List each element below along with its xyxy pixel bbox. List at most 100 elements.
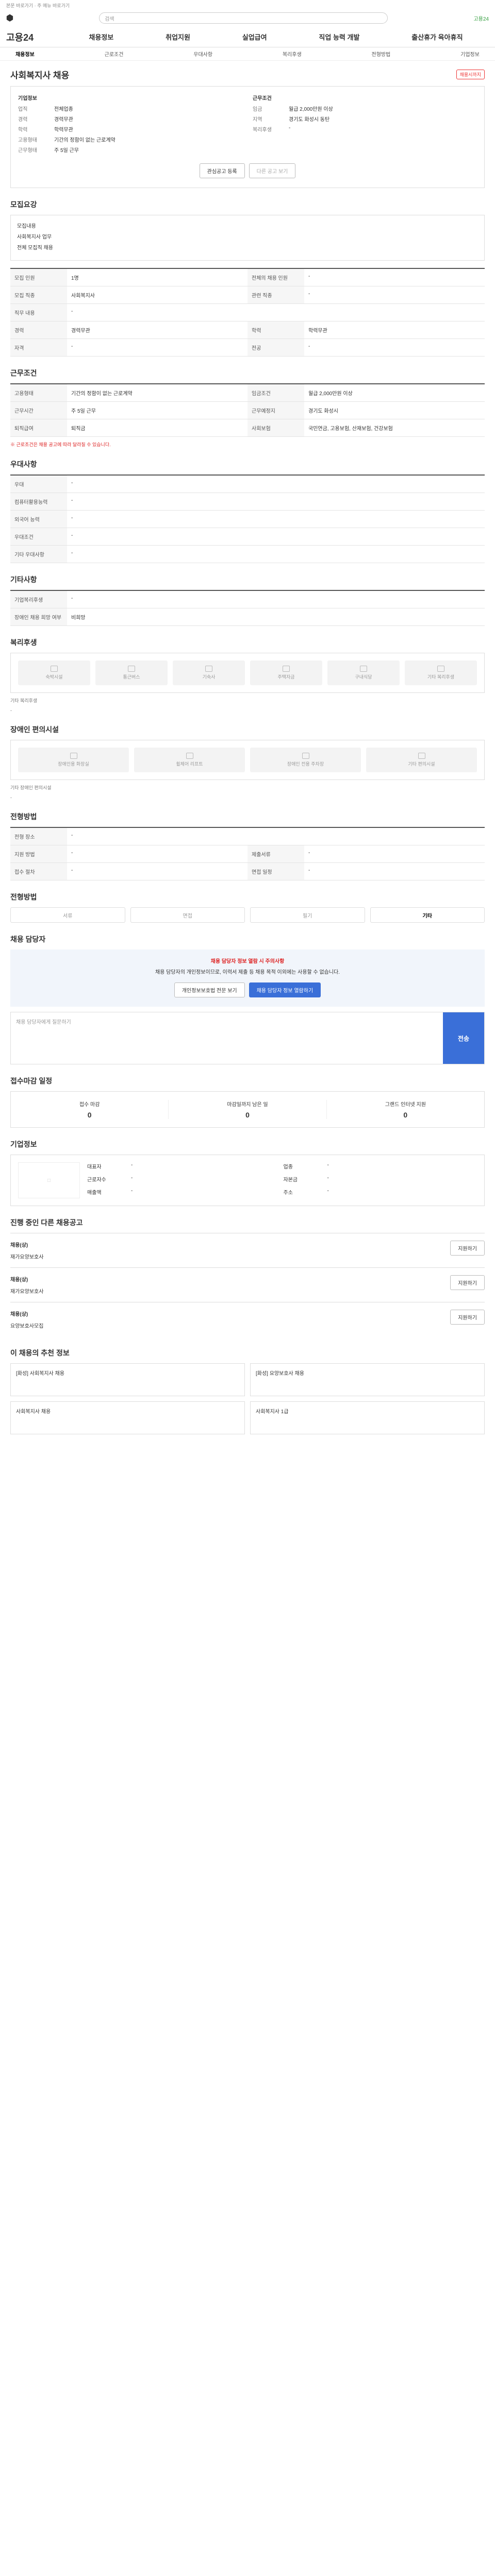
welfare-card: 통근버스 xyxy=(95,660,168,685)
qa-input[interactable]: 채용 담당자에게 질문하기 xyxy=(11,1012,443,1064)
key: 고용형태 xyxy=(10,384,67,402)
company-name: 채용(상) xyxy=(10,1277,28,1283)
step: 면접 xyxy=(130,907,245,923)
val: - xyxy=(304,269,485,286)
deadline-item: 접수 마감 0 xyxy=(11,1100,169,1119)
tab[interactable]: 전형방법 xyxy=(372,50,391,58)
job-title[interactable]: 재가요양보호사 xyxy=(10,1252,103,1260)
list-item[interactable]: 채용(상) 재가요양보호사 지원하기 xyxy=(10,1233,485,1267)
welfare-grid: 숙박시설 통근버스 기숙사 주택자금 구내식당 기타 복리후생 xyxy=(10,653,485,693)
val: - xyxy=(67,528,485,546)
view-contact-button[interactable]: 채용 담당자 정보 열람하기 xyxy=(249,982,321,997)
val: - xyxy=(131,1162,133,1168)
label: 그랜드 인터넷 지원 xyxy=(385,1102,426,1108)
main-menu: 채용정보 취업지원 실업급여 직업 능력 개발 출산휴가 육아휴직 xyxy=(63,32,489,42)
tab[interactable]: 근로조건 xyxy=(105,50,124,58)
label: 접수 마감 xyxy=(79,1102,100,1108)
menu-item[interactable]: 채용정보 xyxy=(89,32,113,42)
apply-button[interactable]: 지원하기 xyxy=(450,1275,485,1290)
tab[interactable]: 기업정보 xyxy=(460,50,480,58)
menu-item[interactable]: 실업급여 xyxy=(242,32,267,42)
privacy-law-button[interactable]: 개인정보보호법 전문 보기 xyxy=(174,982,245,997)
list-item[interactable]: 채용(상) 요양보호사모집 지원하기 xyxy=(10,1302,485,1336)
val: 사회복지사 xyxy=(67,286,248,304)
val: 월급 2,000만원 이상 xyxy=(304,384,485,402)
facility-icon xyxy=(186,753,193,759)
deadline-badge: 채용시까지 xyxy=(456,70,485,79)
value: 경력무관 xyxy=(54,117,73,123)
val: - xyxy=(67,591,485,608)
val: - xyxy=(131,1188,133,1194)
recommend-card[interactable]: 사회복지사 1급 xyxy=(250,1401,485,1434)
top-right-link[interactable]: 고용24 xyxy=(473,14,489,22)
group-title: 근무조건 xyxy=(253,96,272,101)
facility-icon xyxy=(70,753,77,759)
step: 기타 xyxy=(370,907,485,923)
skip-links[interactable]: 본문 바로가기 · 주 메뉴 바로가기 xyxy=(0,0,495,9)
val: - xyxy=(67,339,248,357)
section-title: 우대사항 xyxy=(10,460,37,468)
val: - xyxy=(67,546,485,563)
welfare-icon xyxy=(51,666,58,672)
label: 통근버스 xyxy=(123,674,140,680)
val: - xyxy=(327,1162,329,1168)
list-item[interactable]: 채용(상) 재가요양보호사 지원하기 xyxy=(10,1267,485,1302)
card-title: 사회복지사 1급 xyxy=(256,1409,289,1415)
label: 장애인용 화장실 xyxy=(58,761,89,767)
val: - xyxy=(304,863,485,880)
label: 구내식당 xyxy=(355,674,372,680)
section-title: 진행 중인 다른 채용공고 xyxy=(10,1218,83,1227)
company-panel: □ 대표자 - 업종 - 근로자수 - 자본금 - 매출액 - 주소 - xyxy=(10,1155,485,1206)
tab[interactable]: 우대사항 xyxy=(193,50,212,58)
key: 근무예정지 xyxy=(248,402,304,419)
val: 퇴직금 xyxy=(67,419,248,437)
section-title: 전형방법 xyxy=(10,812,37,821)
val: 주 5일 근무 xyxy=(67,402,248,419)
step: 서류 xyxy=(10,907,125,923)
label: 학력 xyxy=(18,127,28,133)
facility-card: 기타 편의시설 xyxy=(366,748,477,772)
job-title[interactable]: 재가요양보호사 xyxy=(10,1287,103,1295)
welfare-card: 숙박시설 xyxy=(18,660,90,685)
section-title: 채용 담당자 xyxy=(10,935,46,943)
welfare-note-value: - xyxy=(10,708,12,713)
key: 관련 직종 xyxy=(248,286,304,304)
recommend-card[interactable]: 사회복지사 채용 xyxy=(10,1401,245,1434)
menu-item[interactable]: 취업지원 xyxy=(166,32,190,42)
key: 근로자수 xyxy=(87,1177,106,1183)
section-title: 접수마감 일정 xyxy=(10,1077,53,1085)
apply-button[interactable]: 지원하기 xyxy=(450,1241,485,1256)
deadline-item: 마감일까지 남은 일 0 xyxy=(169,1100,327,1119)
section-title: 장애인 편의시설 xyxy=(10,725,59,734)
brand[interactable]: 고용24 xyxy=(6,30,63,44)
val: 경기도 화성시 xyxy=(304,402,485,419)
conditions-note: ※ 근로조건은 채용 공고에 따라 달라질 수 있습니다. xyxy=(10,442,111,447)
key: 퇴직급여 xyxy=(10,419,67,437)
key: 경력 xyxy=(10,321,67,339)
key: 우대 xyxy=(10,476,67,493)
tab[interactable]: 채용정보 xyxy=(15,50,35,58)
card-title: [화성] 사회복지사 채용 xyxy=(16,1371,64,1377)
val: 1명 xyxy=(67,269,248,286)
tab[interactable]: 복리후생 xyxy=(283,50,302,58)
other-jobs-button[interactable]: 다른 공고 보기 xyxy=(249,163,296,178)
label: 주택자금 xyxy=(277,674,295,680)
value: 0 xyxy=(245,1111,250,1119)
job-title[interactable]: 요양보호사모집 xyxy=(10,1321,103,1329)
recommend-card[interactable]: [화성] 사회복지사 채용 xyxy=(10,1363,245,1396)
key: 사회보험 xyxy=(248,419,304,437)
menu-item[interactable]: 출산휴가 육아휴직 xyxy=(411,32,463,42)
logo[interactable]: ⬢ xyxy=(6,13,13,23)
qa-send-button[interactable]: 전송 xyxy=(443,1012,484,1064)
val: - xyxy=(304,286,485,304)
welfare-icon xyxy=(360,666,367,672)
recommend-card[interactable]: [화성] 요양보호사 채용 xyxy=(250,1363,485,1396)
search-input[interactable]: 검색 xyxy=(99,12,388,24)
val: - xyxy=(67,493,485,511)
apply-button[interactable]: 지원하기 xyxy=(450,1310,485,1325)
save-job-button[interactable]: 관심공고 등록 xyxy=(199,163,245,178)
value: 기간의 정함이 없는 근로계약 xyxy=(54,138,116,143)
key: 제출서류 xyxy=(248,845,304,863)
key: 우대조건 xyxy=(10,528,67,546)
menu-item[interactable]: 직업 능력 개발 xyxy=(319,32,359,42)
